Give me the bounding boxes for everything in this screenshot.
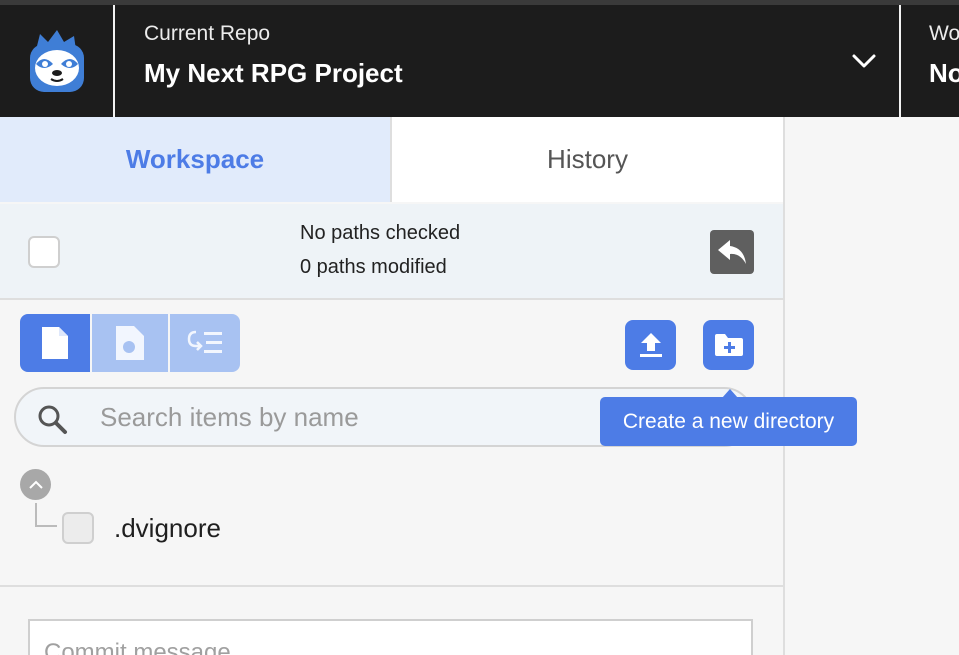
toolbar xyxy=(0,302,783,392)
collapse-tree-button[interactable] xyxy=(20,469,51,500)
revert-button[interactable] xyxy=(710,230,754,274)
tab-bar: Workspace History xyxy=(0,117,783,202)
file-checkbox[interactable] xyxy=(62,512,94,544)
file-view-button[interactable] xyxy=(20,314,90,372)
list-view-button[interactable] xyxy=(168,314,240,372)
new-folder-icon xyxy=(714,334,743,356)
commit-message-box xyxy=(28,619,753,655)
chevron-up-icon xyxy=(28,480,43,489)
select-all-checkbox[interactable] xyxy=(28,236,60,268)
chevron-down-icon[interactable] xyxy=(851,51,877,71)
workspace-selector[interactable]: Wo No xyxy=(903,5,959,117)
changed-file-view-icon xyxy=(116,326,144,360)
tree-connector xyxy=(35,503,57,527)
view-mode-group xyxy=(20,314,240,372)
undo-arrow-icon xyxy=(718,240,746,264)
right-pane xyxy=(783,117,959,655)
upload-button[interactable] xyxy=(625,320,676,370)
status-bar: No paths checked 0 paths modified xyxy=(0,204,783,300)
tab-workspace[interactable]: Workspace xyxy=(0,117,392,202)
list-view-icon xyxy=(187,330,222,353)
checked-status: No paths checked xyxy=(300,222,461,244)
app-logo[interactable] xyxy=(0,5,115,117)
app-header: Current Repo My Next RPG Project Wo No xyxy=(0,5,959,117)
sloth-logo-icon xyxy=(29,30,84,92)
upload-icon xyxy=(639,333,662,357)
repo-name: My Next RPG Project xyxy=(144,58,403,88)
search-icon xyxy=(38,405,67,434)
file-view-icon xyxy=(42,327,68,359)
new-directory-tooltip: Create a new directory xyxy=(600,397,857,446)
workspace-name: No xyxy=(929,58,959,88)
changed-file-view-button[interactable] xyxy=(90,314,168,372)
commit-message-input[interactable] xyxy=(44,639,724,655)
new-directory-button[interactable] xyxy=(703,320,754,370)
repo-selector[interactable]: Current Repo My Next RPG Project xyxy=(117,5,901,117)
left-pane: Workspace History No paths checked 0 pat… xyxy=(0,117,783,655)
file-tree: .dvignore xyxy=(0,457,783,587)
modified-status: 0 paths modified xyxy=(300,256,447,278)
repo-caption: Current Repo xyxy=(144,22,271,45)
workspace-caption: Wo xyxy=(929,22,959,45)
tab-history[interactable]: History xyxy=(392,117,783,202)
file-name[interactable]: .dvignore xyxy=(114,513,221,544)
